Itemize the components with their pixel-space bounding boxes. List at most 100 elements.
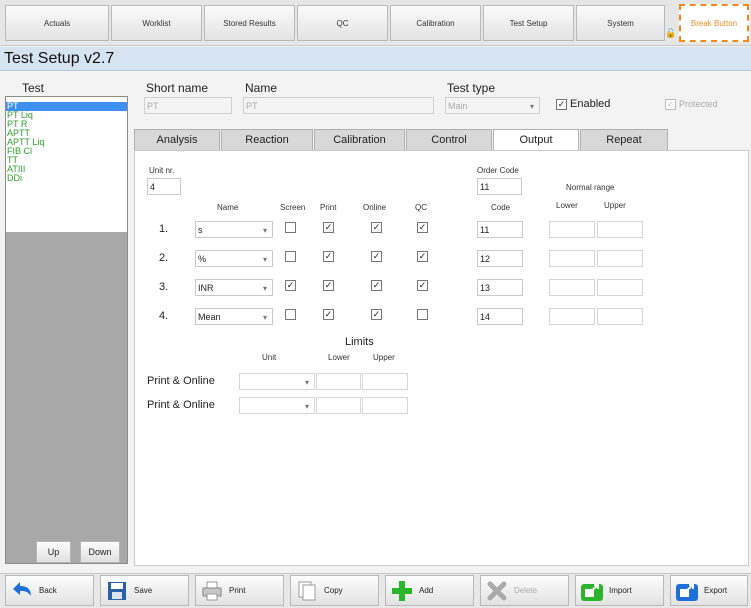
tab-system[interactable]: System — [576, 5, 665, 41]
copy-button[interactable]: Copy — [290, 575, 379, 606]
list-item-atiii[interactable]: ATIII — [6, 165, 127, 174]
limit-upper-field[interactable] — [362, 373, 408, 390]
print-checkbox[interactable]: ✓ — [323, 280, 334, 291]
chevron-down-icon: ▾ — [263, 284, 268, 293]
col-screen: Screen — [280, 203, 306, 212]
break-button[interactable]: Break Button — [679, 4, 749, 42]
limit-lower-field[interactable] — [316, 397, 361, 414]
tab-worklist[interactable]: Worklist — [111, 5, 202, 41]
tab-control[interactable]: Control — [406, 129, 492, 151]
tab-actuals[interactable]: Actuals — [5, 5, 109, 41]
add-button[interactable]: Add — [385, 575, 474, 606]
output-panel: Unit nr. 4 Order Code 11 Normal range Na… — [134, 150, 749, 566]
enabled-checkbox[interactable]: ✓ — [556, 99, 567, 110]
print-checkbox[interactable]: ✓ — [323, 251, 334, 262]
normal-lower-field[interactable] — [549, 221, 595, 238]
output-name-select[interactable]: % — [195, 250, 273, 267]
online-checkbox[interactable]: ✓ — [371, 280, 382, 291]
normal-lower-field[interactable] — [549, 250, 595, 267]
output-name-select[interactable]: INR — [195, 279, 273, 296]
limits-lower-label: Lower — [328, 353, 350, 362]
tab-calibration-sub[interactable]: Calibration — [314, 129, 405, 151]
tab-output[interactable]: Output — [493, 129, 579, 151]
row-number: 4. — [159, 310, 169, 322]
normal-upper-field[interactable] — [597, 221, 643, 238]
unit-nr-field[interactable]: 4 — [147, 178, 181, 195]
chevron-down-icon: ▾ — [530, 102, 535, 111]
down-button[interactable]: Down — [80, 541, 120, 563]
screen-checkbox[interactable] — [285, 251, 296, 262]
order-code-label: Order Code — [477, 166, 519, 175]
save-button[interactable]: Save — [100, 575, 189, 606]
export-icon — [675, 579, 699, 603]
normal-upper-field[interactable] — [597, 250, 643, 267]
import-label: Import — [609, 586, 632, 595]
normal-lower-field[interactable] — [549, 308, 595, 325]
qc-checkbox[interactable]: ✓ — [417, 222, 428, 233]
qc-checkbox[interactable]: ✓ — [417, 280, 428, 291]
limit-row-label: Print & Online — [147, 375, 215, 387]
tab-analysis[interactable]: Analysis — [134, 129, 220, 151]
export-button[interactable]: Export — [670, 575, 748, 606]
plus-icon — [390, 579, 414, 603]
normal-upper-field[interactable] — [597, 279, 643, 296]
test-type-label: Test type — [447, 81, 496, 95]
col-name: Name — [217, 203, 239, 212]
tab-test-setup[interactable]: Test Setup — [483, 5, 574, 41]
tab-qc[interactable]: QC — [297, 5, 388, 41]
tab-stored-results[interactable]: Stored Results — [204, 5, 295, 41]
order-code-field[interactable]: 11 — [477, 178, 522, 195]
print-button[interactable]: Print — [195, 575, 284, 606]
limit-unit-select[interactable] — [239, 373, 315, 390]
code-field[interactable]: 11 — [477, 221, 523, 238]
back-label: Back — [39, 586, 57, 595]
up-button[interactable]: Up — [36, 541, 71, 563]
online-checkbox[interactable]: ✓ — [371, 251, 382, 262]
chevron-down-icon: ▾ — [305, 378, 310, 387]
import-icon — [580, 579, 604, 603]
test-list-header: Test — [22, 81, 45, 95]
delete-button[interactable]: Delete — [480, 575, 569, 606]
limit-upper-field[interactable] — [362, 397, 408, 414]
output-name-select[interactable]: s — [195, 221, 273, 238]
code-field[interactable]: 13 — [477, 279, 523, 296]
tab-repeat[interactable]: Repeat — [580, 129, 668, 151]
chevron-down-icon: ▾ — [263, 226, 268, 235]
qc-checkbox[interactable]: ✓ — [417, 251, 428, 262]
normal-upper-field[interactable] — [597, 308, 643, 325]
normal-lower-field[interactable] — [549, 279, 595, 296]
qc-checkbox[interactable] — [417, 309, 428, 320]
import-button[interactable]: Import — [575, 575, 664, 606]
limit-unit-select[interactable] — [239, 397, 315, 414]
online-checkbox[interactable]: ✓ — [371, 222, 382, 233]
row-number: 1. — [159, 223, 169, 235]
code-field[interactable]: 12 — [477, 250, 523, 267]
delete-x-icon — [485, 579, 509, 603]
save-disk-icon — [105, 579, 129, 603]
screen-checkbox[interactable] — [285, 309, 296, 320]
print-checkbox[interactable]: ✓ — [323, 222, 334, 233]
col-online: Online — [363, 203, 387, 212]
save-label: Save — [134, 586, 153, 595]
limit-lower-field[interactable] — [316, 373, 361, 390]
tab-reaction[interactable]: Reaction — [221, 129, 313, 151]
code-field[interactable]: 14 — [477, 308, 523, 325]
back-button[interactable]: Back — [5, 575, 94, 606]
short-name-label: Short name — [146, 81, 209, 95]
print-checkbox[interactable]: ✓ — [323, 309, 334, 320]
screen-checkbox[interactable] — [285, 222, 296, 233]
lock-icon: 🔓 — [665, 28, 677, 38]
tab-calibration[interactable]: Calibration — [390, 5, 481, 41]
copy-icon — [295, 579, 319, 603]
list-item-ddi[interactable]: DDi — [6, 174, 127, 183]
top-navigation: Actuals Worklist Stored Results QC Calib… — [0, 0, 751, 46]
print-label: Print — [229, 586, 246, 595]
screen-checkbox[interactable]: ✓ — [285, 280, 296, 291]
test-list[interactable]: PT PT Liq PT R APTT APTT Liq FIB Cl TT A… — [5, 96, 128, 564]
page-title: Test Setup v2.7 — [0, 47, 751, 71]
list-item-fib-cl[interactable]: FIB Cl — [6, 147, 127, 156]
protected-label: Protected — [679, 99, 718, 109]
output-name-select[interactable]: Mean — [195, 308, 273, 325]
col-upper: Upper — [604, 201, 626, 210]
online-checkbox[interactable]: ✓ — [371, 309, 382, 320]
